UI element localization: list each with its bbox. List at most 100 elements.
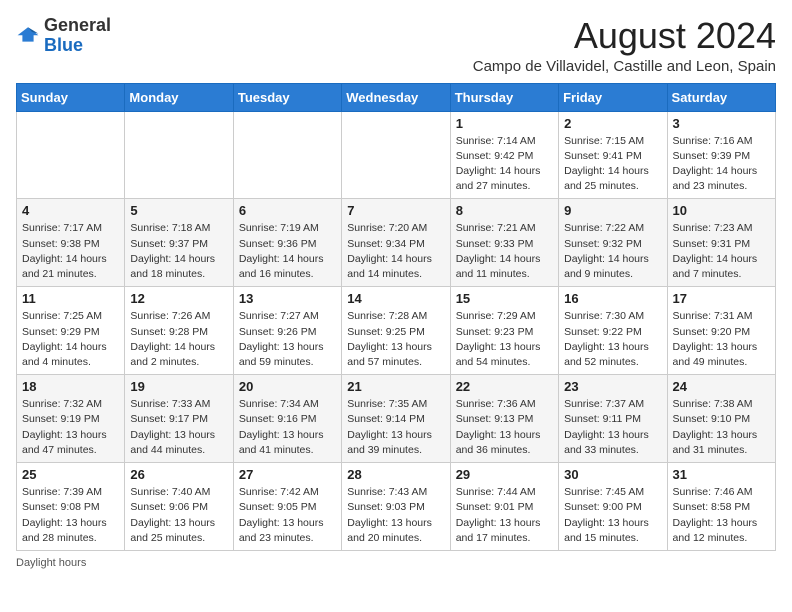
day-info: Sunrise: 7:36 AMSunset: 9:13 PMDaylight:…: [456, 397, 553, 458]
calendar-cell: 28 Sunrise: 7:43 AMSunset: 9:03 PMDayligh…: [342, 463, 450, 551]
day-info: Sunrise: 7:39 AMSunset: 9:08 PMDaylight:…: [22, 485, 119, 546]
calendar-cell: [125, 111, 233, 199]
day-info: Sunrise: 7:26 AMSunset: 9:28 PMDaylight:…: [130, 309, 227, 370]
day-info: Sunrise: 7:38 AMSunset: 9:10 PMDaylight:…: [673, 397, 770, 458]
calendar-cell: [17, 111, 125, 199]
day-number: 29: [456, 467, 553, 482]
calendar-cell: [342, 111, 450, 199]
day-number: 19: [130, 379, 227, 394]
day-number: 23: [564, 379, 661, 394]
logo-text: General Blue: [44, 16, 111, 56]
weekday-header-friday: Friday: [559, 83, 667, 111]
logo-icon: [16, 24, 40, 48]
day-info: Sunrise: 7:46 AMSunset: 8:58 PMDaylight:…: [673, 485, 770, 546]
title-area: August 2024 Campo de Villavidel, Castill…: [473, 16, 776, 75]
day-info: Sunrise: 7:18 AMSunset: 9:37 PMDaylight:…: [130, 221, 227, 282]
day-info: Sunrise: 7:17 AMSunset: 9:38 PMDaylight:…: [22, 221, 119, 282]
day-info: Sunrise: 7:25 AMSunset: 9:29 PMDaylight:…: [22, 309, 119, 370]
day-info: Sunrise: 7:37 AMSunset: 9:11 PMDaylight:…: [564, 397, 661, 458]
calendar-cell: 1 Sunrise: 7:14 AMSunset: 9:42 PMDaylight…: [450, 111, 558, 199]
calendar-cell: 24 Sunrise: 7:38 AMSunset: 9:10 PMDayligh…: [667, 375, 775, 463]
calendar-cell: 31 Sunrise: 7:46 AMSunset: 8:58 PMDayligh…: [667, 463, 775, 551]
calendar-cell: 30 Sunrise: 7:45 AMSunset: 9:00 PMDayligh…: [559, 463, 667, 551]
day-number: 8: [456, 203, 553, 218]
calendar-cell: 17Sunrise: 7:31 AMSunset: 9:20 PMDayligh…: [667, 287, 775, 375]
calendar-cell: 25 Sunrise: 7:39 AMSunset: 9:08 PMDayligh…: [17, 463, 125, 551]
calendar-cell: 13 Sunrise: 7:27 AMSunset: 9:26 PMDayligh…: [233, 287, 341, 375]
day-info: Sunrise: 7:45 AMSunset: 9:00 PMDaylight:…: [564, 485, 661, 546]
weekday-header-monday: Monday: [125, 83, 233, 111]
weekday-header-row: SundayMondayTuesdayWednesdayThursdayFrid…: [17, 83, 776, 111]
month-title: August 2024: [473, 16, 776, 56]
day-number: 31: [673, 467, 770, 482]
calendar-cell: 8 Sunrise: 7:21 AMSunset: 9:33 PMDaylight…: [450, 199, 558, 287]
day-number: 20: [239, 379, 336, 394]
calendar-cell: 12 Sunrise: 7:26 AMSunset: 9:28 PMDayligh…: [125, 287, 233, 375]
day-info: Sunrise: 7:43 AMSunset: 9:03 PMDaylight:…: [347, 485, 444, 546]
day-info: Sunrise: 7:22 AMSunset: 9:32 PMDaylight:…: [564, 221, 661, 282]
calendar-week-4: 18 Sunrise: 7:32 AMSunset: 9:19 PMDayligh…: [17, 375, 776, 463]
calendar-cell: 14Sunrise: 7:28 AMSunset: 9:25 PMDayligh…: [342, 287, 450, 375]
day-number: 13: [239, 291, 336, 306]
day-number: 26: [130, 467, 227, 482]
calendar-cell: 21Sunrise: 7:35 AMSunset: 9:14 PMDayligh…: [342, 375, 450, 463]
weekday-header-sunday: Sunday: [17, 83, 125, 111]
day-number: 9: [564, 203, 661, 218]
calendar-cell: 6 Sunrise: 7:19 AMSunset: 9:36 PMDaylight…: [233, 199, 341, 287]
calendar-cell: 18 Sunrise: 7:32 AMSunset: 9:19 PMDayligh…: [17, 375, 125, 463]
day-info: Sunrise: 7:42 AMSunset: 9:05 PMDaylight:…: [239, 485, 336, 546]
day-number: 30: [564, 467, 661, 482]
day-number: 3: [673, 116, 770, 131]
calendar-cell: 19Sunrise: 7:33 AMSunset: 9:17 PMDayligh…: [125, 375, 233, 463]
day-number: 5: [130, 203, 227, 218]
day-number: 22: [456, 379, 553, 394]
day-number: 12: [130, 291, 227, 306]
day-number: 14: [347, 291, 444, 306]
weekday-header-thursday: Thursday: [450, 83, 558, 111]
day-number: 16: [564, 291, 661, 306]
calendar-table: SundayMondayTuesdayWednesdayThursdayFrid…: [16, 83, 776, 551]
day-info: Sunrise: 7:30 AMSunset: 9:22 PMDaylight:…: [564, 309, 661, 370]
calendar-cell: 22 Sunrise: 7:36 AMSunset: 9:13 PMDayligh…: [450, 375, 558, 463]
weekday-header-wednesday: Wednesday: [342, 83, 450, 111]
day-number: 24: [673, 379, 770, 394]
day-info: Sunrise: 7:21 AMSunset: 9:33 PMDaylight:…: [456, 221, 553, 282]
day-number: 18: [22, 379, 119, 394]
day-number: 15: [456, 291, 553, 306]
calendar-cell: 29Sunrise: 7:44 AMSunset: 9:01 PMDayligh…: [450, 463, 558, 551]
day-number: 11: [22, 291, 119, 306]
day-number: 4: [22, 203, 119, 218]
day-info: Sunrise: 7:32 AMSunset: 9:19 PMDaylight:…: [22, 397, 119, 458]
calendar-cell: 26 Sunrise: 7:40 AMSunset: 9:06 PMDayligh…: [125, 463, 233, 551]
calendar-week-2: 4 Sunrise: 7:17 AMSunset: 9:38 PMDaylight…: [17, 199, 776, 287]
day-number: 27: [239, 467, 336, 482]
day-info: Sunrise: 7:15 AMSunset: 9:41 PMDaylight:…: [564, 134, 661, 195]
day-number: 6: [239, 203, 336, 218]
calendar-cell: 27 Sunrise: 7:42 AMSunset: 9:05 PMDayligh…: [233, 463, 341, 551]
calendar-cell: 9 Sunrise: 7:22 AMSunset: 9:32 PMDaylight…: [559, 199, 667, 287]
footnote: Daylight hours: [16, 557, 776, 569]
page-header: General Blue August 2024 Campo de Villav…: [16, 16, 776, 75]
day-number: 2: [564, 116, 661, 131]
day-info: Sunrise: 7:29 AMSunset: 9:23 PMDaylight:…: [456, 309, 553, 370]
day-number: 1: [456, 116, 553, 131]
calendar-cell: 15 Sunrise: 7:29 AMSunset: 9:23 PMDayligh…: [450, 287, 558, 375]
calendar-cell: 20 Sunrise: 7:34 AMSunset: 9:16 PMDayligh…: [233, 375, 341, 463]
calendar-cell: [233, 111, 341, 199]
day-info: Sunrise: 7:40 AMSunset: 9:06 PMDaylight:…: [130, 485, 227, 546]
day-number: 28: [347, 467, 444, 482]
day-info: Sunrise: 7:19 AMSunset: 9:36 PMDaylight:…: [239, 221, 336, 282]
calendar-cell: 5 Sunrise: 7:18 AMSunset: 9:37 PMDaylight…: [125, 199, 233, 287]
day-info: Sunrise: 7:14 AMSunset: 9:42 PMDaylight:…: [456, 134, 553, 195]
calendar-cell: 10Sunrise: 7:23 AMSunset: 9:31 PMDayligh…: [667, 199, 775, 287]
calendar-cell: 2 Sunrise: 7:15 AMSunset: 9:41 PMDaylight…: [559, 111, 667, 199]
day-info: Sunrise: 7:27 AMSunset: 9:26 PMDaylight:…: [239, 309, 336, 370]
day-number: 21: [347, 379, 444, 394]
location-title: Campo de Villavidel, Castille and Leon, …: [473, 58, 776, 75]
day-number: 17: [673, 291, 770, 306]
weekday-header-tuesday: Tuesday: [233, 83, 341, 111]
calendar-cell: 23 Sunrise: 7:37 AMSunset: 9:11 PMDayligh…: [559, 375, 667, 463]
day-number: 25: [22, 467, 119, 482]
day-info: Sunrise: 7:34 AMSunset: 9:16 PMDaylight:…: [239, 397, 336, 458]
calendar-cell: 4 Sunrise: 7:17 AMSunset: 9:38 PMDaylight…: [17, 199, 125, 287]
